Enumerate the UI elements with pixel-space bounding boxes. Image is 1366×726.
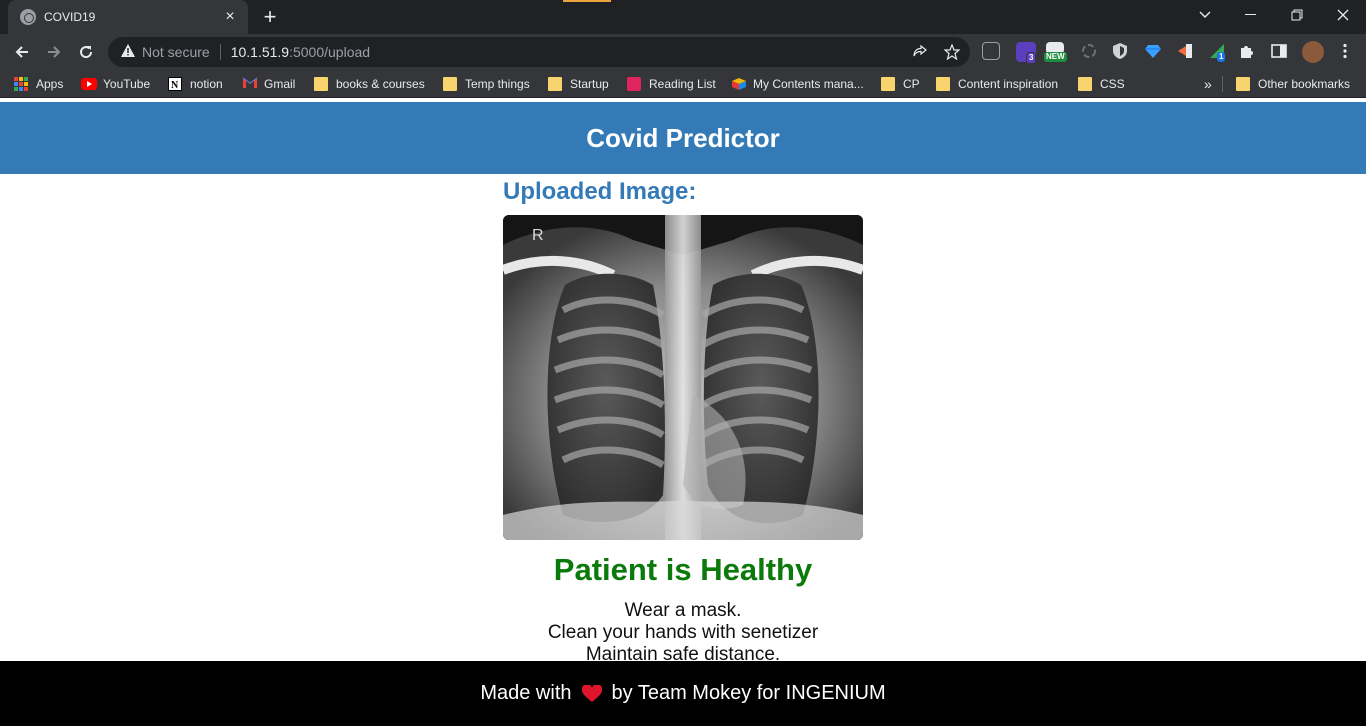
- extension-new-badge: NEW: [1044, 52, 1067, 62]
- bookmark-label: Startup: [570, 77, 609, 91]
- site-header: Covid Predictor: [0, 102, 1366, 174]
- folder-icon: [443, 77, 457, 91]
- minimize-button[interactable]: [1228, 0, 1274, 30]
- prediction-result: Patient is Healthy: [553, 552, 813, 587]
- security-label[interactable]: Not secure: [142, 44, 210, 60]
- bookmark-cp[interactable]: CP: [881, 76, 920, 92]
- new-tab-button[interactable]: +: [260, 4, 280, 30]
- bookmark-temp-things[interactable]: Temp things: [443, 76, 530, 92]
- bookmark-label: CP: [903, 77, 920, 91]
- folder-icon: [314, 77, 328, 91]
- kebab-menu-icon[interactable]: [1336, 42, 1356, 62]
- bookmark-gmail[interactable]: Gmail: [242, 76, 295, 92]
- tab-strip-accent: [563, 0, 611, 2]
- folder-icon: [1236, 77, 1250, 91]
- bookmark-label: Content inspiration: [958, 77, 1059, 91]
- page-content: Covid Predictor Uploaded Image: R Patien…: [0, 102, 1366, 726]
- warning-icon[interactable]: [120, 44, 136, 60]
- page-title: Covid Predictor: [586, 122, 780, 153]
- diamond-icon[interactable]: [1144, 42, 1164, 62]
- folder-icon: [881, 77, 895, 91]
- bookmark-reading-list[interactable]: Reading List: [627, 76, 716, 92]
- bookmark-other[interactable]: Other bookmarks: [1236, 76, 1350, 92]
- bookmark-notion[interactable]: N notion: [168, 76, 223, 92]
- bookmark-youtube[interactable]: YouTube: [81, 76, 150, 92]
- star-bookmark-icon[interactable]: [943, 43, 961, 64]
- extension-green-icon[interactable]: 1: [1208, 42, 1228, 62]
- url-host[interactable]: 10.1.51.9: [231, 44, 289, 60]
- site-footer: Made with by Team Mokey for INGENIUM: [0, 661, 1366, 726]
- close-window-button[interactable]: [1320, 0, 1366, 30]
- url-path[interactable]: :5000/upload: [289, 44, 370, 60]
- bookmark-content-inspiration[interactable]: Content inspiration: [936, 76, 1058, 92]
- bookmark-books-courses[interactable]: books & courses: [314, 76, 425, 92]
- xray-side-marker: R: [532, 227, 544, 244]
- tab-strip: COVID19 × +: [0, 0, 1366, 34]
- restore-button[interactable]: [1274, 0, 1320, 30]
- uploaded-xray-image: R: [503, 215, 863, 540]
- extension-one-badge: 1: [1217, 52, 1226, 62]
- bookmark-label: Reading List: [649, 77, 716, 91]
- bookmark-label: My Contents mana...: [753, 77, 864, 91]
- side-panel-icon[interactable]: [1270, 42, 1290, 62]
- tab-search-chevron-icon[interactable]: [1182, 0, 1228, 30]
- apps-grid-icon: [14, 77, 28, 91]
- svg-text:N: N: [171, 80, 179, 91]
- reload-button[interactable]: [72, 38, 100, 66]
- browser-toolbar: Not secure 10.1.51.9:5000/upload 3 NEW 1: [0, 34, 1366, 70]
- folder-icon: [548, 77, 562, 91]
- forward-button[interactable]: [40, 38, 68, 66]
- tab-title: COVID19: [44, 10, 96, 24]
- footer-prefix: Made with: [480, 682, 572, 704]
- bookmark-label: notion: [190, 77, 223, 91]
- uploaded-image-label: Uploaded Image:: [503, 178, 697, 205]
- advice-item: Clean your hands with senetizer: [547, 622, 819, 643]
- puzzle-extensions-icon[interactable]: [1238, 42, 1258, 62]
- bookmark-label: CSS: [1100, 77, 1125, 91]
- extension-orange-icon[interactable]: [1176, 42, 1196, 62]
- profile-avatar-icon[interactable]: [1302, 41, 1324, 63]
- bookmark-label: books & courses: [336, 77, 425, 91]
- reading-list-icon: [627, 77, 641, 91]
- recycle-icon[interactable]: [1080, 42, 1100, 62]
- notion-icon: N: [168, 77, 182, 91]
- bookmark-startup[interactable]: Startup: [548, 76, 609, 92]
- gmail-icon: [242, 77, 258, 91]
- folder-icon: [1078, 77, 1092, 91]
- bookmarks-bar: Apps YouTube N notion Gmail books & cour…: [0, 70, 1366, 98]
- bookmark-label: Temp things: [465, 77, 530, 91]
- advice-item: Wear a mask.: [624, 600, 742, 621]
- youtube-icon: [81, 77, 97, 91]
- address-bar[interactable]: Not secure 10.1.51.9:5000/upload: [108, 37, 970, 67]
- extension-new-icon[interactable]: NEW: [1044, 42, 1067, 62]
- close-tab-icon[interactable]: ×: [222, 9, 238, 25]
- extension-count-badge: 3: [1026, 52, 1037, 64]
- tab-covid19[interactable]: COVID19 ×: [8, 0, 248, 34]
- bookmark-label: Other bookmarks: [1258, 77, 1351, 91]
- bookmark-apps[interactable]: Apps: [14, 76, 63, 92]
- share-icon[interactable]: [912, 44, 928, 64]
- extension-shield-outline-icon[interactable]: [982, 42, 1000, 60]
- folder-icon: [936, 77, 950, 91]
- bookmark-my-contents[interactable]: My Contents mana...: [731, 76, 864, 92]
- shield-icon[interactable]: [1111, 42, 1131, 62]
- footer-suffix: by Team Mokey for INGENIUM: [611, 682, 886, 704]
- bookmarks-divider: [1222, 76, 1223, 92]
- globe-icon: [20, 9, 36, 25]
- bookmark-css[interactable]: CSS: [1078, 76, 1125, 92]
- extension-purple-icon[interactable]: 3: [1016, 42, 1037, 64]
- content-icon: [731, 77, 746, 91]
- advice-list: Wear a mask. Clean your hands with senet…: [0, 600, 1366, 666]
- address-divider: [219, 44, 221, 60]
- back-button[interactable]: [8, 38, 36, 66]
- bookmark-label: Apps: [36, 77, 64, 91]
- bookmark-label: YouTube: [103, 77, 151, 91]
- bookmarks-overflow-button[interactable]: »: [1204, 76, 1212, 92]
- heart-icon: [581, 683, 602, 703]
- bookmark-label: Gmail: [264, 77, 296, 91]
